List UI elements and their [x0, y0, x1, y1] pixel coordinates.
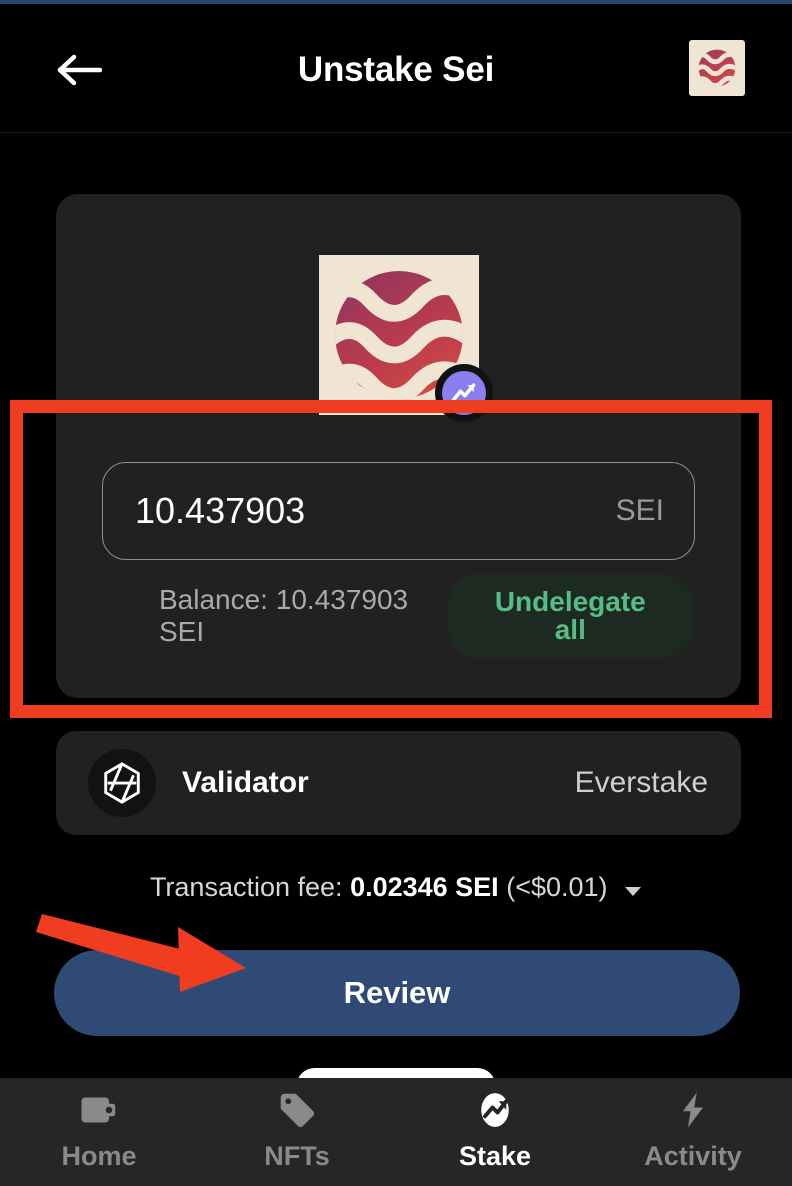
nav-label-nfts: NFTs: [264, 1141, 330, 1171]
tag-icon: [277, 1088, 317, 1132]
validator-avatar: [88, 749, 156, 817]
wallet-icon: [79, 1088, 119, 1132]
token-logo-group: [318, 255, 493, 422]
nav-item-home[interactable]: Home: [0, 1088, 198, 1172]
bottom-navigation: Home NFTs Stake Activity: [0, 1078, 792, 1186]
balance-label: Balance: 10.437903 SEI: [159, 584, 409, 647]
fee-prefix: Transaction fee:: [149, 872, 343, 902]
stake-chart-badge-icon: [451, 383, 475, 402]
balance-row: Balance: 10.437903 SEI Undelegate all: [102, 574, 695, 658]
transaction-fee-row[interactable]: Transaction fee: 0.02346 SEI (<$0.01): [0, 872, 792, 904]
validator-row[interactable]: Validator Everstake: [56, 731, 741, 835]
fee-expand-caret[interactable]: [624, 873, 642, 904]
sei-logo-button[interactable]: [689, 40, 745, 96]
stake-badge: [434, 364, 493, 422]
nav-item-activity[interactable]: Activity: [594, 1088, 792, 1172]
nav-label-activity: Activity: [644, 1141, 742, 1171]
page-title: Unstake Sei: [297, 50, 495, 89]
amount-input[interactable]: 10.437903: [135, 490, 616, 532]
chart-stake-icon: [475, 1088, 515, 1132]
fee-amount: 0.02346 SEI: [350, 872, 499, 902]
stake-badge-inner: [441, 371, 486, 415]
validator-name: Everstake: [574, 766, 708, 799]
nav-item-nfts[interactable]: NFTs: [198, 1088, 396, 1172]
fee-fiat: (<$0.01): [506, 872, 608, 902]
review-button[interactable]: Review: [54, 950, 740, 1036]
amount-unit-label: SEI: [615, 494, 664, 527]
nav-item-stake[interactable]: Stake: [396, 1088, 594, 1172]
everstake-hexagon-icon: [104, 762, 140, 804]
lightning-bolt-icon: [673, 1088, 713, 1132]
amount-card: 10.437903 SEI Balance: 10.437903 SEI Und…: [56, 194, 741, 698]
page-header: Unstake Sei: [0, 4, 792, 133]
nav-label-home: Home: [61, 1141, 137, 1171]
sei-logo-icon: [698, 49, 736, 87]
validator-label: Validator: [182, 766, 309, 799]
undelegate-all-button[interactable]: Undelegate all: [447, 574, 693, 658]
app-root: Unstake Sei 10.437903 SEI Balance: 10.43…: [0, 0, 792, 1186]
chevron-down-icon: [625, 887, 642, 897]
nav-label-stake: Stake: [458, 1141, 532, 1171]
amount-input-container[interactable]: 10.437903 SEI: [102, 462, 695, 560]
